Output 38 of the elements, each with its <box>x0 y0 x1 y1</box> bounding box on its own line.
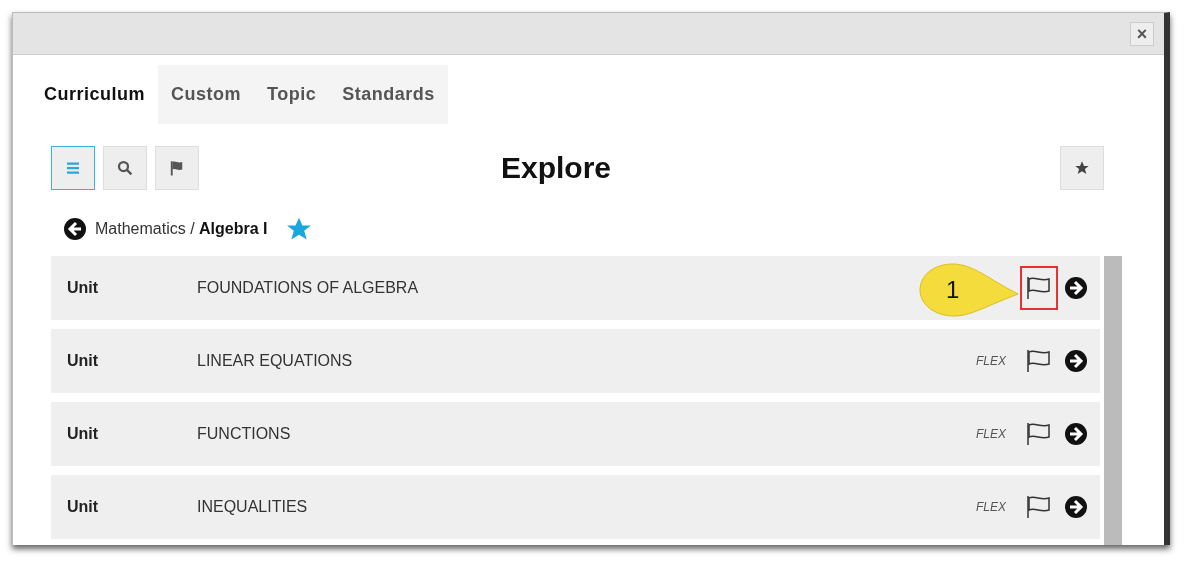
tab[interactable]: Custom <box>158 65 254 124</box>
arrow-right-icon[interactable] <box>1064 349 1088 373</box>
unit-row[interactable]: Unit INEQUALITIES FLEX <box>51 475 1100 539</box>
unit-row[interactable]: Unit LINEAR EQUATIONS FLEX <box>51 329 1100 393</box>
flag-icon <box>1026 495 1052 520</box>
row-title: INEQUALITIES <box>197 497 308 517</box>
row-title: FOUNDATIONS OF ALGEBRA <box>197 278 419 298</box>
page-heading: Explore <box>501 150 612 186</box>
search-view-button[interactable] <box>103 146 147 190</box>
favorite-button[interactable] <box>1060 146 1104 190</box>
flag-icon <box>1026 276 1052 301</box>
callout-number: 1 <box>946 276 960 304</box>
search-icon <box>116 159 134 177</box>
arrow-right-icon[interactable] <box>1064 495 1088 519</box>
row-type: Unit <box>67 351 100 371</box>
breadcrumb: Mathematics / Algebra I <box>95 219 268 239</box>
star-icon <box>1074 160 1090 176</box>
flag-button[interactable] <box>1020 265 1058 311</box>
tab[interactable]: Standards <box>329 65 448 124</box>
unit-row[interactable]: Unit FUNCTIONS FLEX <box>51 402 1100 466</box>
list-icon <box>64 159 82 177</box>
arrow-right-icon[interactable] <box>1064 422 1088 446</box>
row-title: LINEAR EQUATIONS <box>197 351 353 371</box>
flex-label: FLEX <box>976 353 1007 370</box>
row-type: Unit <box>67 424 100 444</box>
flag-view-button[interactable] <box>155 146 199 190</box>
flag-icon <box>1026 349 1052 374</box>
star-icon[interactable] <box>285 216 312 242</box>
tab[interactable]: Topic <box>254 65 330 124</box>
flex-label: FLEX <box>976 499 1007 516</box>
row-type: Unit <box>67 497 100 517</box>
close-button[interactable]: × <box>1130 21 1154 46</box>
row-type: Unit <box>67 278 100 298</box>
scrollbar[interactable] <box>1104 256 1122 545</box>
flag-icon <box>1026 422 1052 447</box>
flex-label: FLEX <box>976 426 1007 443</box>
arrow-right-icon[interactable] <box>1064 276 1088 300</box>
row-title: FUNCTIONS <box>197 424 291 444</box>
